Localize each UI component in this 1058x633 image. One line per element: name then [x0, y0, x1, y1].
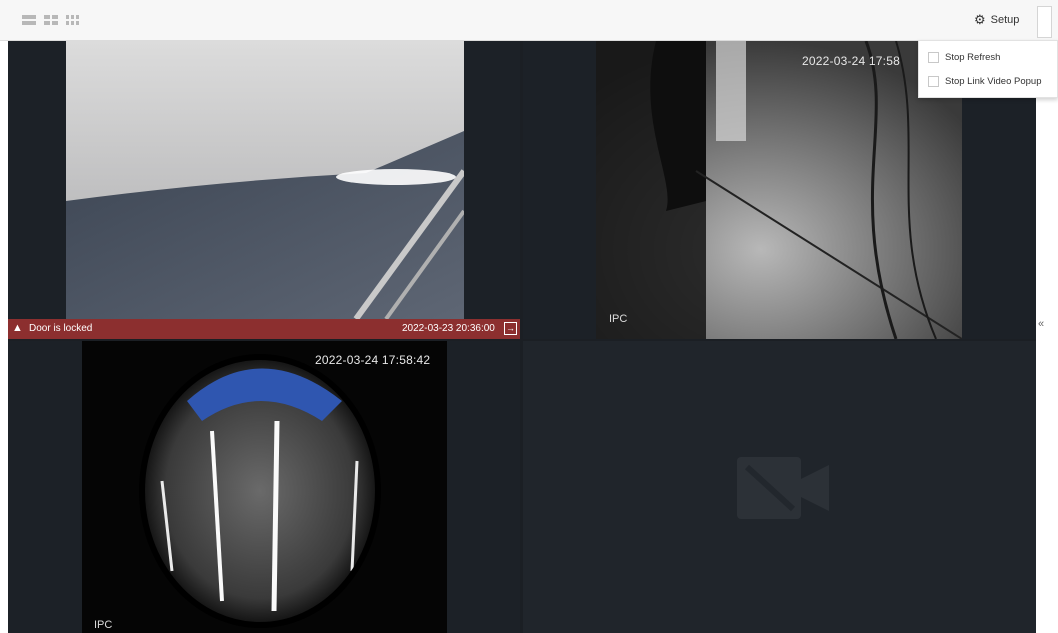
gear-icon: ⚙	[974, 12, 986, 27]
right-panel-strip	[1036, 41, 1058, 633]
layout-3x3-icon[interactable]	[66, 15, 80, 25]
no-video-camera-icon	[737, 457, 829, 519]
camera-feed-2	[596, 41, 962, 339]
toolbar: ⚙ Setup	[0, 0, 1058, 41]
timestamp: 2022-03-24 17:58:42	[315, 353, 431, 367]
timestamp: 2022-03-24 17:58	[802, 54, 900, 68]
option-label: Stop Link Video Popup	[945, 76, 1042, 87]
setup-button[interactable]: ⚙ Setup	[974, 13, 1019, 26]
video-tile-1[interactable]: ▲ Door is locked 2022-03-23 20:36:00 →	[8, 41, 520, 339]
camera-label: IPC	[609, 313, 628, 325]
stop-refresh-option[interactable]: Stop Refresh	[928, 52, 1000, 63]
alarm-time: 2022-03-23 20:36:00	[402, 323, 495, 334]
camera-label: IPC	[94, 619, 113, 631]
warning-icon: ▲	[12, 322, 23, 334]
video-tile-3[interactable]: 2022-03-24 17:58:42 IPC	[8, 341, 520, 633]
option-label: Stop Refresh	[945, 52, 1001, 63]
video-tile-4-empty[interactable]	[523, 341, 1036, 633]
setup-label: Setup	[990, 13, 1020, 26]
checkbox[interactable]	[928, 52, 939, 63]
camera-feed-3	[82, 341, 447, 633]
video-grid: ▲ Door is locked 2022-03-23 20:36:00 → 2…	[8, 41, 1036, 633]
alarm-bar: ▲ Door is locked 2022-03-23 20:36:00 →	[8, 319, 520, 339]
layout-2x2-icon[interactable]	[44, 15, 58, 25]
camera-feed-1	[66, 41, 464, 319]
layout-1x1-icon[interactable]	[22, 15, 36, 25]
stop-link-video-popup-option[interactable]: Stop Link Video Popup	[928, 76, 1041, 87]
alarm-message: Door is locked	[29, 323, 93, 334]
scrollbar[interactable]	[1037, 6, 1052, 38]
collapse-panel-icon[interactable]: «	[1038, 318, 1044, 330]
exit-icon[interactable]: →	[504, 322, 517, 335]
setup-dropdown: Stop Refresh Stop Link Video Popup	[918, 40, 1058, 98]
checkbox[interactable]	[928, 76, 939, 87]
